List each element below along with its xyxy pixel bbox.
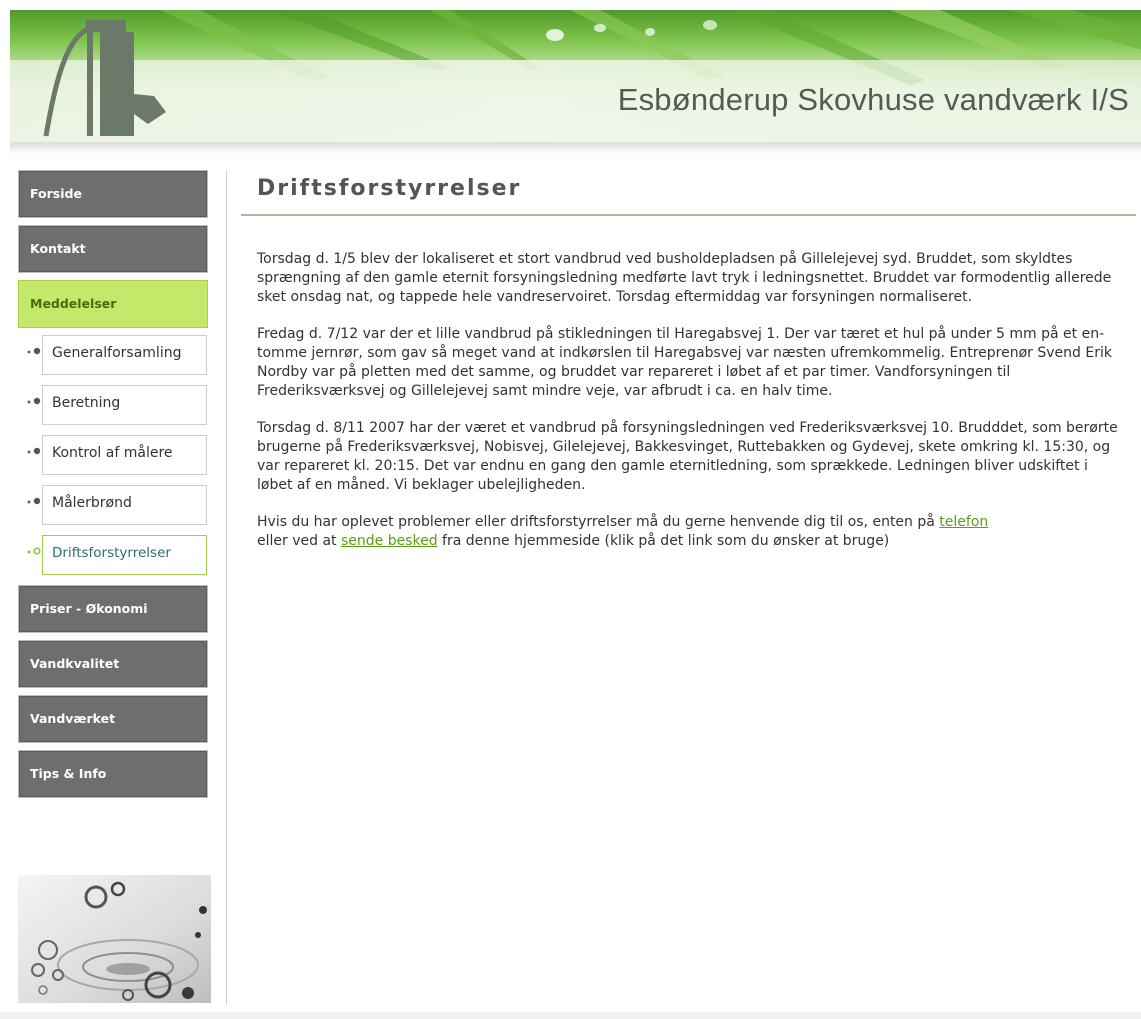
sub-nav-item-maalerbroend[interactable]: Målerbrønd [18,485,208,525]
nav-item-vandvaerket[interactable]: Vandværket [18,695,208,743]
water-drops-image [18,875,211,1003]
nav-item-kontakt[interactable]: Kontakt [18,225,208,273]
contact-text-2: eller ved at [257,533,341,549]
sub-nav-item-beretning[interactable]: Beretning [18,385,208,425]
contact-text-1: Hvis du har oplevet problemer eller drif… [257,514,940,530]
sub-nav-item-driftsforstyrrelser[interactable]: Driftsforstyrrelser [18,535,208,575]
bullet-icon [27,397,41,405]
nav-item-tips-info[interactable]: Tips & Info [18,750,208,798]
sub-nav-label[interactable]: Driftsforstyrrelser [42,535,207,575]
sidebar-nav: Forside Kontakt Meddelelser Generalforsa… [18,170,208,805]
nav-item-forside[interactable]: Forside [18,170,208,218]
bullet-icon [27,347,41,355]
bullet-icon [27,547,41,555]
sub-nav-item-kontrol-af-maalere[interactable]: Kontrol af målere [18,435,208,475]
sub-nav-label[interactable]: Kontrol af målere [42,435,207,475]
header-shadow [10,142,1141,154]
bullet-icon [27,497,41,505]
bullet-icon [27,447,41,455]
page-title: Driftsforstyrrelser [257,176,522,201]
sub-nav-list: Generalforsamling Beretning Kontrol af m… [18,335,208,575]
sende-besked-link[interactable]: sende besked [341,533,438,549]
nav-item-meddelelser[interactable]: Meddelelser [18,280,208,328]
site-title: Esbønderup Skovhuse vandværk I/S [617,82,1129,117]
footer-bar [0,1012,1141,1019]
sub-nav-label[interactable]: Målerbrønd [42,485,207,525]
water-pump-icon [43,20,166,137]
sub-nav-label[interactable]: Beretning [42,385,207,425]
article-body: Torsdag d. 1/5 blev der lokaliseret et s… [241,216,1121,551]
contact-text-3: fra denne hjemmeside (klik på det link s… [437,533,890,549]
paragraph: Fredag d. 7/12 var der et lille vandbrud… [257,326,1112,399]
contact-paragraph: Hvis du har oplevet problemer eller drif… [257,513,1121,551]
paragraph: Torsdag d. 1/5 blev der lokaliseret et s… [257,251,1112,305]
telefon-link[interactable]: telefon [939,514,988,530]
site-header: Esbønderup Skovhuse vandværk I/S [10,10,1141,142]
sub-nav-item-generalforsamling[interactable]: Generalforsamling [18,335,208,375]
sidebar-divider [226,170,227,1005]
nav-item-priser-oekonomi[interactable]: Priser - Økonomi [18,585,208,633]
paragraph: Torsdag d. 8/11 2007 har der været et va… [257,420,1118,493]
nav-item-vandkvalitet[interactable]: Vandkvalitet [18,640,208,688]
sub-nav-label[interactable]: Generalforsamling [42,335,207,375]
main-content: Driftsforstyrrelser Torsdag d. 1/5 blev … [241,170,1137,569]
